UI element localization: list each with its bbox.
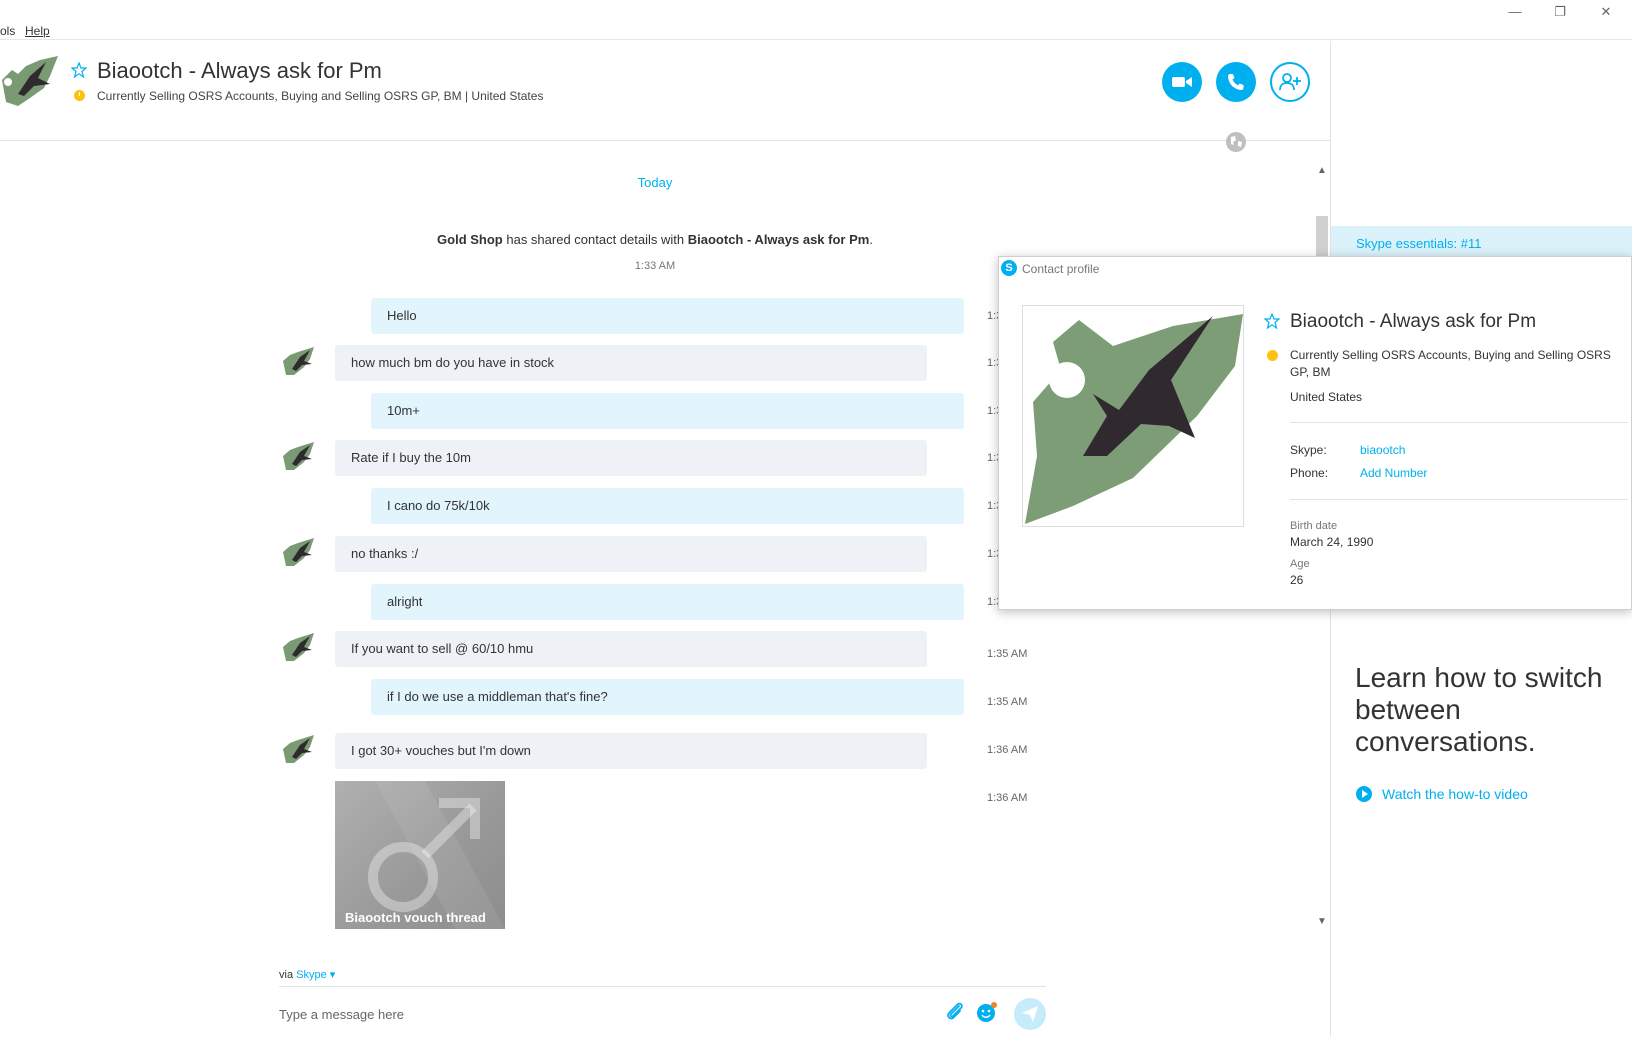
favorite-star-icon[interactable] bbox=[71, 62, 87, 78]
essentials-label[interactable]: Skype essentials: #11 bbox=[1356, 236, 1482, 251]
add-number-link[interactable]: Add Number bbox=[1360, 466, 1427, 480]
phone-label: Phone: bbox=[1290, 466, 1329, 480]
age-label: Age bbox=[1290, 558, 1310, 570]
date-separator: Today bbox=[637, 175, 673, 190]
watch-video-link[interactable]: Watch the how-to video bbox=[1382, 786, 1528, 802]
contact-avatar-small[interactable] bbox=[282, 536, 316, 570]
notice-end: . bbox=[869, 232, 873, 247]
dropdown-arrow-icon: ▾ bbox=[326, 969, 336, 981]
play-icon[interactable] bbox=[1356, 786, 1372, 802]
message-incoming[interactable]: no thanks :/ bbox=[335, 536, 927, 572]
contact-mood-status: Currently Selling OSRS Accounts, Buying … bbox=[97, 89, 544, 103]
link-preview-title: Biaootch vouch thread bbox=[345, 910, 486, 925]
notice-recipient: Biaootch - Always ask for Pm bbox=[687, 232, 870, 247]
message-input[interactable] bbox=[279, 1000, 919, 1028]
profile-status: Currently Selling OSRS Accounts, Buying … bbox=[1290, 348, 1611, 379]
skype-name-link[interactable]: biaootch bbox=[1360, 443, 1405, 457]
phone-icon bbox=[1228, 74, 1244, 90]
restore-button[interactable]: ❐ bbox=[1542, 2, 1578, 22]
profile-photo bbox=[1022, 305, 1244, 527]
compose-divider bbox=[279, 986, 1046, 987]
send-arrow-icon bbox=[1022, 1006, 1038, 1022]
audio-call-button[interactable] bbox=[1216, 62, 1256, 102]
message-outgoing[interactable]: if I do we use a middleman that's fine? bbox=[371, 679, 964, 715]
notice-sender: Gold Shop bbox=[437, 232, 503, 247]
menu-tools[interactable]: ols bbox=[0, 24, 15, 38]
message-time: 1:35 AM bbox=[987, 648, 1028, 660]
profile-country: United States bbox=[1290, 390, 1363, 404]
message-outgoing[interactable]: Hello bbox=[371, 298, 964, 334]
contact-avatar-small[interactable] bbox=[282, 345, 316, 379]
video-camera-icon bbox=[1172, 77, 1192, 87]
birth-date-label: Birth date bbox=[1290, 520, 1338, 532]
emoticon-icon[interactable] bbox=[975, 1000, 999, 1024]
via-service[interactable]: Skype bbox=[296, 969, 327, 981]
menu-bar: ols Help — ❐ ✕ bbox=[0, 0, 1632, 40]
send-button[interactable] bbox=[1014, 998, 1046, 1030]
message-time: 1:36 AM bbox=[987, 744, 1028, 756]
skype-logo-icon: S bbox=[1001, 260, 1017, 276]
message-time: 1:36 AM bbox=[987, 792, 1028, 804]
age-value: 26 bbox=[1290, 573, 1304, 587]
contact-avatar-small[interactable] bbox=[282, 440, 316, 474]
link-preview-card[interactable]: Biaootch vouch thread bbox=[335, 781, 505, 929]
message-time: 1:35 AM bbox=[987, 696, 1028, 708]
learn-heading: Learn how to switch between conversation… bbox=[1355, 662, 1603, 757]
paperclip-icon[interactable] bbox=[943, 1000, 967, 1024]
notice-text: has shared contact details with bbox=[502, 232, 688, 247]
close-button[interactable]: ✕ bbox=[1588, 2, 1624, 22]
contact-shared-notice: Gold Shop has shared contact details wit… bbox=[0, 232, 1310, 247]
message-outgoing[interactable]: I cano do 75k/10k bbox=[371, 488, 964, 524]
favorite-star-icon[interactable] bbox=[1264, 313, 1280, 329]
birth-date-value: March 24, 1990 bbox=[1290, 535, 1374, 549]
message-incoming[interactable]: Rate if I buy the 10m bbox=[335, 440, 927, 476]
popup-title: Contact profile bbox=[1022, 262, 1100, 276]
message-incoming[interactable]: If you want to sell @ 60/10 hmu bbox=[335, 631, 927, 667]
male-symbol-icon bbox=[368, 781, 505, 929]
scroll-down-icon[interactable]: ▼ bbox=[1314, 914, 1330, 930]
contact-title: Biaootch - Always ask for Pm bbox=[97, 58, 382, 83]
menu-help[interactable]: Help bbox=[25, 24, 50, 38]
add-people-button[interactable] bbox=[1270, 62, 1310, 102]
divider bbox=[1290, 499, 1628, 500]
profile-name: Biaootch - Always ask for Pm bbox=[1290, 311, 1537, 332]
message-incoming[interactable]: I got 30+ vouches but I'm down bbox=[335, 733, 927, 769]
via-prefix: via bbox=[279, 969, 294, 981]
skype-label: Skype: bbox=[1290, 443, 1327, 457]
add-person-icon bbox=[1279, 73, 1301, 91]
video-call-button[interactable] bbox=[1162, 62, 1202, 102]
message-outgoing[interactable]: alright bbox=[371, 584, 964, 620]
divider bbox=[1290, 422, 1628, 423]
message-outgoing[interactable]: 10m+ bbox=[371, 393, 964, 429]
presence-away-icon bbox=[74, 90, 85, 101]
via-selector[interactable]: via Skype ▾ bbox=[279, 968, 335, 981]
message-incoming[interactable]: how much bm do you have in stock bbox=[335, 345, 927, 381]
contact-avatar-small[interactable] bbox=[282, 631, 316, 665]
profile-picture bbox=[1025, 314, 1243, 524]
presence-away-icon bbox=[1267, 350, 1278, 361]
contact-avatar-small[interactable] bbox=[282, 733, 316, 767]
contact-avatar[interactable] bbox=[0, 54, 60, 110]
minimize-button[interactable]: — bbox=[1497, 2, 1533, 22]
scroll-up-icon[interactable]: ▲ bbox=[1314, 163, 1330, 179]
